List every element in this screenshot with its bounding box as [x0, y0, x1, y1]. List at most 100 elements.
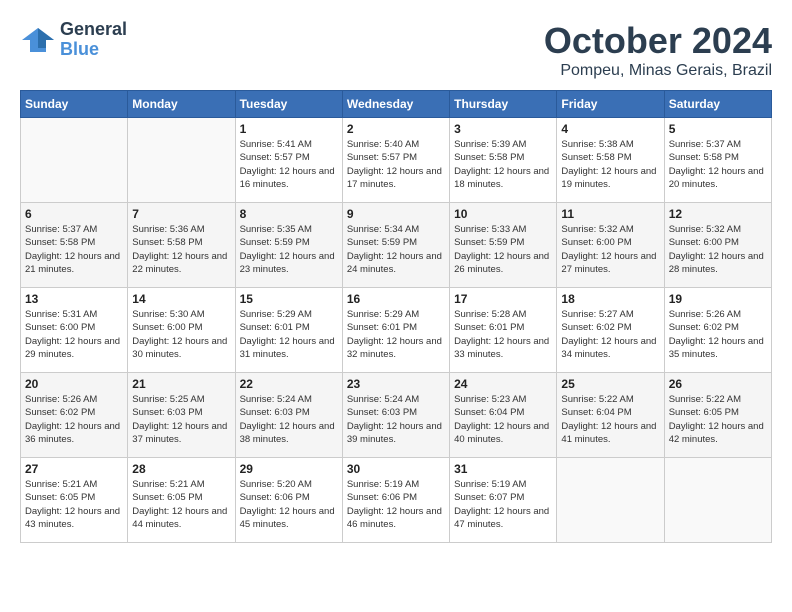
- day-number: 12: [669, 207, 767, 221]
- day-cell: 21Sunrise: 5:25 AMSunset: 6:03 PMDayligh…: [128, 373, 235, 458]
- day-detail: Sunrise: 5:27 AMSunset: 6:02 PMDaylight:…: [561, 308, 659, 361]
- day-cell: 24Sunrise: 5:23 AMSunset: 6:04 PMDayligh…: [450, 373, 557, 458]
- day-detail: Sunrise: 5:32 AMSunset: 6:00 PMDaylight:…: [669, 223, 767, 276]
- day-detail: Sunrise: 5:25 AMSunset: 6:03 PMDaylight:…: [132, 393, 230, 446]
- day-cell: 7 Sunrise: 5:36 AMSunset: 5:58 PMDaylight…: [128, 203, 235, 288]
- day-detail: Sunrise: 5:22 AMSunset: 6:05 PMDaylight:…: [669, 393, 767, 446]
- day-cell: 23Sunrise: 5:24 AMSunset: 6:03 PMDayligh…: [342, 373, 449, 458]
- day-number: 14: [132, 292, 230, 306]
- day-cell: 4 Sunrise: 5:38 AMSunset: 5:58 PMDaylight…: [557, 118, 664, 203]
- weekday-header-monday: Monday: [128, 91, 235, 118]
- weekday-header-friday: Friday: [557, 91, 664, 118]
- day-cell: 13Sunrise: 5:31 AMSunset: 6:00 PMDayligh…: [21, 288, 128, 373]
- day-number: 1: [240, 122, 338, 136]
- day-cell: 22 Sunrise: 5:24 AMSunset: 6:03 PMDayligh…: [235, 373, 342, 458]
- day-number: 10: [454, 207, 552, 221]
- day-detail: Sunrise: 5:26 AMSunset: 6:02 PMDaylight:…: [669, 308, 767, 361]
- day-cell: 5Sunrise: 5:37 AMSunset: 5:58 PMDaylight…: [664, 118, 771, 203]
- day-cell: 30Sunrise: 5:19 AMSunset: 6:06 PMDayligh…: [342, 458, 449, 543]
- day-number: 28: [132, 462, 230, 476]
- day-detail: Sunrise: 5:22 AMSunset: 6:04 PMDaylight:…: [561, 393, 659, 446]
- day-detail: Sunrise: 5:37 AMSunset: 5:58 PMDaylight:…: [25, 223, 123, 276]
- day-cell: [557, 458, 664, 543]
- day-detail: Sunrise: 5:38 AMSunset: 5:58 PMDaylight:…: [561, 138, 659, 191]
- week-row-4: 20Sunrise: 5:26 AMSunset: 6:02 PMDayligh…: [21, 373, 772, 458]
- day-number: 2: [347, 122, 445, 136]
- day-number: 11: [561, 207, 659, 221]
- day-cell: [21, 118, 128, 203]
- day-cell: 2 Sunrise: 5:40 AMSunset: 5:57 PMDaylight…: [342, 118, 449, 203]
- weekday-header-sunday: Sunday: [21, 91, 128, 118]
- day-detail: Sunrise: 5:37 AMSunset: 5:58 PMDaylight:…: [669, 138, 767, 191]
- day-cell: 18 Sunrise: 5:27 AMSunset: 6:02 PMDayligh…: [557, 288, 664, 373]
- logo-text: General Blue: [60, 20, 127, 60]
- day-detail: Sunrise: 5:29 AMSunset: 6:01 PMDaylight:…: [347, 308, 445, 361]
- day-detail: Sunrise: 5:34 AMSunset: 5:59 PMDaylight:…: [347, 223, 445, 276]
- weekday-header-tuesday: Tuesday: [235, 91, 342, 118]
- day-number: 18: [561, 292, 659, 306]
- day-number: 13: [25, 292, 123, 306]
- weekday-header-row: SundayMondayTuesdayWednesdayThursdayFrid…: [21, 91, 772, 118]
- day-detail: Sunrise: 5:23 AMSunset: 6:04 PMDaylight:…: [454, 393, 552, 446]
- day-number: 4: [561, 122, 659, 136]
- weekday-header-saturday: Saturday: [664, 91, 771, 118]
- day-cell: 16Sunrise: 5:29 AMSunset: 6:01 PMDayligh…: [342, 288, 449, 373]
- day-detail: Sunrise: 5:40 AMSunset: 5:57 PMDaylight:…: [347, 138, 445, 191]
- day-number: 30: [347, 462, 445, 476]
- day-cell: 9 Sunrise: 5:34 AMSunset: 5:59 PMDaylight…: [342, 203, 449, 288]
- day-number: 6: [25, 207, 123, 221]
- day-detail: Sunrise: 5:26 AMSunset: 6:02 PMDaylight:…: [25, 393, 123, 446]
- day-detail: Sunrise: 5:21 AMSunset: 6:05 PMDaylight:…: [25, 478, 123, 531]
- day-number: 8: [240, 207, 338, 221]
- day-cell: 11 Sunrise: 5:32 AMSunset: 6:00 PMDayligh…: [557, 203, 664, 288]
- logo: General Blue: [20, 20, 127, 60]
- week-row-5: 27 Sunrise: 5:21 AMSunset: 6:05 PMDayligh…: [21, 458, 772, 543]
- day-cell: 27 Sunrise: 5:21 AMSunset: 6:05 PMDayligh…: [21, 458, 128, 543]
- day-detail: Sunrise: 5:30 AMSunset: 6:00 PMDaylight:…: [132, 308, 230, 361]
- day-cell: 26 Sunrise: 5:22 AMSunset: 6:05 PMDayligh…: [664, 373, 771, 458]
- day-cell: 17 Sunrise: 5:28 AMSunset: 6:01 PMDayligh…: [450, 288, 557, 373]
- day-number: 3: [454, 122, 552, 136]
- location-title: Pompeu, Minas Gerais, Brazil: [544, 62, 772, 80]
- week-row-3: 13Sunrise: 5:31 AMSunset: 6:00 PMDayligh…: [21, 288, 772, 373]
- day-detail: Sunrise: 5:41 AMSunset: 5:57 PMDaylight:…: [240, 138, 338, 191]
- day-number: 23: [347, 377, 445, 391]
- day-detail: Sunrise: 5:33 AMSunset: 5:59 PMDaylight:…: [454, 223, 552, 276]
- day-cell: 10 Sunrise: 5:33 AMSunset: 5:59 PMDayligh…: [450, 203, 557, 288]
- day-number: 25: [561, 377, 659, 391]
- day-detail: Sunrise: 5:24 AMSunset: 6:03 PMDaylight:…: [240, 393, 338, 446]
- day-number: 19: [669, 292, 767, 306]
- day-detail: Sunrise: 5:35 AMSunset: 5:59 PMDaylight:…: [240, 223, 338, 276]
- day-number: 26: [669, 377, 767, 391]
- page-header: General Blue October 2024 Pompeu, Minas …: [20, 20, 772, 80]
- week-row-1: 1 Sunrise: 5:41 AMSunset: 5:57 PMDaylight…: [21, 118, 772, 203]
- day-cell: 28 Sunrise: 5:21 AMSunset: 6:05 PMDayligh…: [128, 458, 235, 543]
- day-number: 27: [25, 462, 123, 476]
- day-detail: Sunrise: 5:36 AMSunset: 5:58 PMDaylight:…: [132, 223, 230, 276]
- day-cell: 3Sunrise: 5:39 AMSunset: 5:58 PMDaylight…: [450, 118, 557, 203]
- week-row-2: 6 Sunrise: 5:37 AMSunset: 5:58 PMDaylight…: [21, 203, 772, 288]
- day-number: 29: [240, 462, 338, 476]
- day-number: 9: [347, 207, 445, 221]
- day-cell: 8 Sunrise: 5:35 AMSunset: 5:59 PMDaylight…: [235, 203, 342, 288]
- day-detail: Sunrise: 5:28 AMSunset: 6:01 PMDaylight:…: [454, 308, 552, 361]
- calendar-table: SundayMondayTuesdayWednesdayThursdayFrid…: [20, 90, 772, 543]
- day-number: 7: [132, 207, 230, 221]
- day-number: 31: [454, 462, 552, 476]
- weekday-header-thursday: Thursday: [450, 91, 557, 118]
- day-detail: Sunrise: 5:20 AMSunset: 6:06 PMDaylight:…: [240, 478, 338, 531]
- day-cell: 14 Sunrise: 5:30 AMSunset: 6:00 PMDayligh…: [128, 288, 235, 373]
- title-block: October 2024 Pompeu, Minas Gerais, Brazi…: [544, 20, 772, 80]
- day-number: 17: [454, 292, 552, 306]
- day-cell: [128, 118, 235, 203]
- day-cell: 1 Sunrise: 5:41 AMSunset: 5:57 PMDaylight…: [235, 118, 342, 203]
- day-detail: Sunrise: 5:21 AMSunset: 6:05 PMDaylight:…: [132, 478, 230, 531]
- day-cell: [664, 458, 771, 543]
- day-detail: Sunrise: 5:32 AMSunset: 6:00 PMDaylight:…: [561, 223, 659, 276]
- month-title: October 2024: [544, 20, 772, 62]
- day-cell: 25 Sunrise: 5:22 AMSunset: 6:04 PMDayligh…: [557, 373, 664, 458]
- day-cell: 15Sunrise: 5:29 AMSunset: 6:01 PMDayligh…: [235, 288, 342, 373]
- day-cell: 31Sunrise: 5:19 AMSunset: 6:07 PMDayligh…: [450, 458, 557, 543]
- day-cell: 6 Sunrise: 5:37 AMSunset: 5:58 PMDaylight…: [21, 203, 128, 288]
- day-number: 22: [240, 377, 338, 391]
